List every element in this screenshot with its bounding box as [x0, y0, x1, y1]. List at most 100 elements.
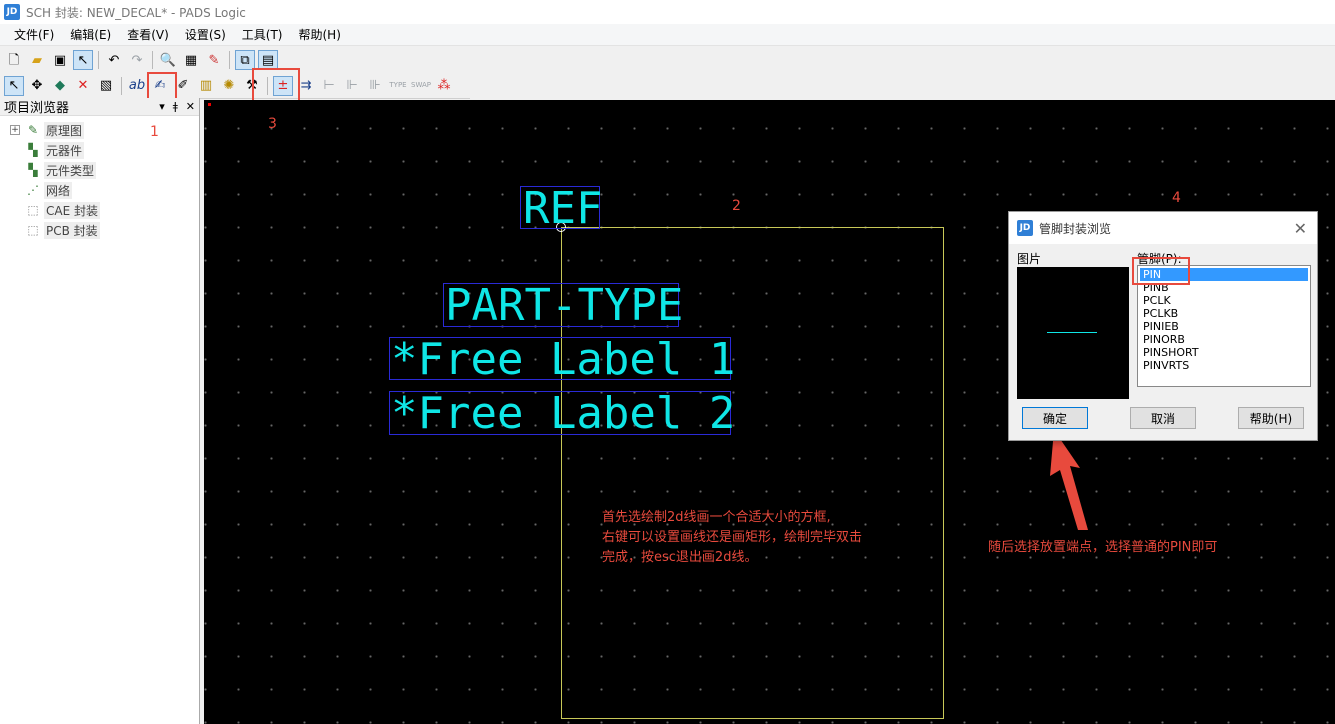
- field-icon[interactable]: ▥: [196, 76, 216, 96]
- free-label-2[interactable]: *Free Label 2: [389, 391, 735, 436]
- decal-editing-toolbar: ↖ ✥ ◆ ✕ ▧ ab ✍ ✐ ▥ ✺ ⚒ ± ⇉ ⊢ ⊩ ⊪ TYPE SW…: [0, 73, 470, 99]
- project-explorer-title: 项目浏览器: [4, 101, 70, 116]
- window-title: SCH 封装: NEW_DECAL* - PADS Logic: [26, 5, 246, 20]
- note-line: 右键可以设置画线还是画矩形，绘制完毕双击: [602, 530, 863, 545]
- title-bar: JD SCH 封装: NEW_DECAL* - PADS Logic: [0, 0, 1335, 24]
- pin-name-icon[interactable]: ⊪: [365, 76, 385, 96]
- menu-file[interactable]: 文件(F): [6, 26, 62, 43]
- pin-preview-line: [1047, 332, 1097, 333]
- delete-icon[interactable]: ✕: [73, 76, 93, 96]
- pin-list-item[interactable]: PINIEB: [1140, 320, 1308, 333]
- pin-preview: [1017, 267, 1129, 399]
- tree-item-label: 网络: [44, 181, 73, 199]
- pin-icon[interactable]: ⊢: [319, 76, 339, 96]
- part-type-label[interactable]: PART-TYPE: [443, 283, 683, 328]
- close-icon[interactable]: ✕: [186, 100, 195, 113]
- dropdown-icon[interactable]: ▾: [159, 100, 165, 113]
- project-explorer: 项目浏览器 ▾ ǂ ✕ + ✎ 原理图 ▚ 元器件 ▚ 元件类型 ⋰ 网络 ⬚ …: [0, 98, 200, 724]
- pin-decal-browser-dialog: JD 管脚封装浏览 ✕ 图片 管脚(P): PIN PINB PCLK PCLK…: [1008, 211, 1318, 441]
- cae-decal-icon: ⬚: [27, 203, 39, 217]
- highlight-pin: [1132, 257, 1190, 285]
- renumber-icon[interactable]: ⁂: [434, 76, 454, 96]
- zoom-icon[interactable]: 🔍: [158, 50, 178, 70]
- pin-list-item[interactable]: PINORB: [1140, 333, 1308, 346]
- tree-item-components[interactable]: ▚ 元器件: [0, 140, 199, 160]
- toolbar-separator: [152, 51, 153, 69]
- expand-icon[interactable]: +: [10, 125, 20, 135]
- instruction-note-right: 随后选择放置端点，选择普通的PIN即可: [988, 540, 1218, 555]
- standard-toolbar: 🗋 ▰ ▣ ↖ ↶ ↷ 🔍 ▦ ✎ ⧉ ▤: [0, 47, 290, 73]
- dialog-title: 管脚封装浏览: [1039, 221, 1112, 236]
- menu-bar: 文件(F) 编辑(E) 查看(V) 设置(S) 工具(T) 帮助(H): [0, 24, 1335, 46]
- pads-app-icon: JD: [1017, 220, 1033, 236]
- note-line: 完成，按esc退出画2d线。: [602, 550, 758, 565]
- help-button[interactable]: 帮助(H): [1238, 407, 1304, 429]
- tree-item-label: 原理图: [44, 121, 85, 139]
- zoom-fit-icon[interactable]: ▦: [181, 50, 201, 70]
- new-file-icon[interactable]: 🗋: [4, 50, 24, 70]
- tree-item-cae-decals[interactable]: ⬚ CAE 封装: [0, 200, 199, 220]
- pin-list-item[interactable]: PINSHORT: [1140, 346, 1308, 359]
- step-label-4: 4: [1172, 190, 1181, 206]
- redo-icon[interactable]: ↷: [127, 50, 147, 70]
- part-type-icon: ▚: [28, 163, 38, 177]
- tree-item-schematic[interactable]: + ✎ 原理图: [0, 120, 199, 140]
- tree-item-nets[interactable]: ⋰ 网络: [0, 180, 199, 200]
- ok-button[interactable]: 确定: [1022, 407, 1088, 429]
- undo-icon[interactable]: ↶: [104, 50, 124, 70]
- tree-item-label: CAE 封装: [44, 201, 100, 219]
- schematic-icon: ✎: [27, 123, 39, 137]
- menu-edit[interactable]: 编辑(E): [62, 26, 119, 43]
- tree-item-label: 元器件: [44, 141, 85, 159]
- output-window-icon[interactable]: ▤: [258, 50, 278, 70]
- dialog-title-bar: JD 管脚封装浏览 ✕: [1009, 212, 1317, 244]
- menu-tools[interactable]: 工具(T): [234, 26, 291, 43]
- pin-swap-icon[interactable]: SWAP: [411, 76, 431, 96]
- properties-icon[interactable]: ▧: [96, 76, 116, 96]
- redraw-icon[interactable]: ✎: [204, 50, 224, 70]
- toolbar-separator: [121, 76, 122, 95]
- project-explorer-icon[interactable]: ⧉: [235, 50, 255, 70]
- import-icon[interactable]: ✺: [219, 76, 239, 96]
- step-label-1: 1: [150, 124, 159, 140]
- free-label-1[interactable]: *Free Label 1: [389, 337, 735, 382]
- tree-item-label: 元件类型: [44, 161, 97, 179]
- net-icon: ⋰: [27, 183, 39, 197]
- tree-item-label: PCB 封装: [44, 221, 100, 239]
- menu-view[interactable]: 查看(V): [119, 26, 177, 43]
- origin-marker: [208, 103, 211, 106]
- move-icon[interactable]: ✥: [27, 76, 47, 96]
- arrow-shape: [1050, 430, 1088, 530]
- pin-list-item[interactable]: PINVRTS: [1140, 359, 1308, 372]
- pcb-decal-icon: ⬚: [27, 223, 39, 237]
- save-icon[interactable]: ▣: [50, 50, 70, 70]
- pin-list-item[interactable]: PCLKB: [1140, 307, 1308, 320]
- component-icon: ▚: [28, 143, 38, 157]
- toolbar-separator: [98, 51, 99, 69]
- cancel-button[interactable]: 取消: [1130, 407, 1196, 429]
- arrow-pointer-icon: [1050, 430, 1088, 530]
- tree-item-part-types[interactable]: ▚ 元件类型: [0, 160, 199, 180]
- open-folder-icon[interactable]: ▰: [27, 50, 47, 70]
- menu-help[interactable]: 帮助(H): [291, 26, 349, 43]
- copy-icon[interactable]: ◆: [50, 76, 70, 96]
- project-tree: + ✎ 原理图 ▚ 元器件 ▚ 元件类型 ⋰ 网络 ⬚ CAE 封装 ⬚ PCB…: [0, 116, 199, 240]
- toolbar-separator: [229, 51, 230, 69]
- instruction-note-left: 首先选绘制2d线画一个合适大小的方框, 右键可以设置画线还是画矩形，绘制完毕双击…: [602, 508, 932, 568]
- ref-label[interactable]: REF: [520, 186, 602, 231]
- step-label-2: 2: [732, 198, 741, 214]
- pin-panel-icon[interactable]: ǂ: [173, 100, 178, 113]
- select-mode-icon[interactable]: ↖: [73, 50, 93, 70]
- menu-settings[interactable]: 设置(S): [177, 26, 234, 43]
- picture-label: 图片: [1017, 252, 1042, 266]
- note-line: 首先选绘制2d线画一个合适大小的方框,: [602, 510, 831, 525]
- pin-number-icon[interactable]: ⊩: [342, 76, 362, 96]
- pin-type-icon[interactable]: TYPE: [388, 76, 408, 96]
- project-explorer-header: 项目浏览器 ▾ ǂ ✕: [0, 98, 199, 116]
- pin-list-item[interactable]: PCLK: [1140, 294, 1308, 307]
- pads-app-icon: JD: [4, 4, 20, 20]
- select-icon[interactable]: ↖: [4, 75, 24, 96]
- text-icon[interactable]: ab: [127, 76, 147, 96]
- tree-item-pcb-decals[interactable]: ⬚ PCB 封装: [0, 220, 199, 240]
- close-icon[interactable]: ✕: [1294, 219, 1307, 238]
